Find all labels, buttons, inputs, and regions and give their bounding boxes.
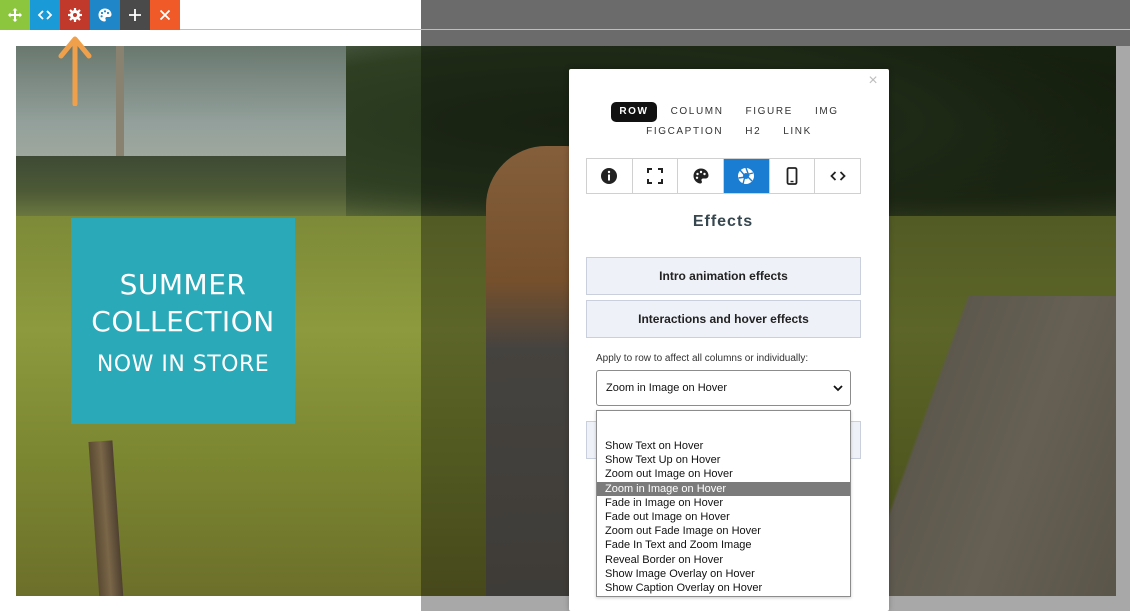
select-value: Zoom in Image on Hover [606, 382, 728, 394]
tab-style[interactable] [678, 159, 725, 193]
style-button[interactable] [90, 0, 120, 30]
intro-animation-accordion[interactable]: Intro animation effects [586, 257, 861, 295]
tab-spacing[interactable] [632, 159, 679, 193]
option-item-selected[interactable]: Zoom in Image on Hover [597, 481, 850, 496]
mobile-icon [786, 167, 798, 185]
info-icon [601, 168, 618, 184]
promo-subheading: NOW IN STORE [96, 351, 270, 377]
expand-icon [647, 168, 663, 184]
page: SUMMER COLLECTION NOW IN STORE × ROW COL… [0, 0, 1130, 611]
option-item[interactable]: Zoom out Image on Hover [597, 467, 850, 481]
option-item[interactable]: Fade in Image on Hover [597, 496, 850, 510]
palette-icon [693, 168, 709, 184]
apply-hint: Apply to row to affect all columns or in… [596, 353, 809, 364]
tag-figure[interactable]: FIGURE [738, 102, 801, 122]
settings-button[interactable] [60, 0, 90, 30]
code-icon [829, 171, 846, 181]
tag-column[interactable]: COLUMN [663, 102, 732, 122]
editor-toolbar [0, 0, 180, 30]
hover-effect-select[interactable]: Zoom in Image on Hover [596, 370, 851, 406]
tab-code[interactable] [815, 159, 861, 193]
option-item[interactable]: Show Image Overlay on Hover [597, 567, 850, 581]
tab-info[interactable] [587, 159, 633, 193]
gear-icon [68, 8, 82, 22]
option-item[interactable]: Show Text on Hover [597, 439, 850, 453]
option-item[interactable]: Show Text Up on Hover [597, 453, 850, 467]
code-icon [37, 10, 53, 20]
promo-heading: SUMMER COLLECTION [91, 267, 275, 338]
option-item[interactable]: Fade In Text and Zoom Image [597, 538, 850, 552]
tag-row[interactable]: ROW [611, 102, 657, 122]
move-icon [8, 8, 22, 22]
section-title: Effects [692, 213, 754, 230]
pointer-arrow-icon [58, 36, 92, 106]
option-item[interactable]: Fade out Image on Hover [597, 510, 850, 524]
tag-img[interactable]: IMG [807, 102, 847, 122]
element-tags-row2: FIGCAPTION H2 LINK [569, 122, 889, 142]
element-tags-row1: ROW COLUMN FIGURE IMG [569, 102, 889, 122]
tab-effects[interactable] [724, 159, 770, 193]
move-button[interactable] [0, 0, 30, 30]
remove-button[interactable] [150, 0, 180, 30]
palette-icon [98, 8, 112, 22]
close-icon [159, 9, 171, 21]
tag-h2[interactable]: H2 [737, 122, 769, 142]
chevron-down-icon [833, 385, 843, 392]
hover-effect-options: Show Text on Hover Show Text Up on Hover… [596, 410, 851, 597]
close-panel-button[interactable]: × [865, 73, 881, 89]
promo-card[interactable]: SUMMER COLLECTION NOW IN STORE [71, 218, 295, 424]
tab-responsive[interactable] [769, 159, 816, 193]
plus-icon [129, 9, 141, 21]
code-button[interactable] [30, 0, 60, 30]
option-item[interactable]: Show Caption Overlay on Hover [597, 581, 850, 595]
option-item[interactable]: Reveal Border on Hover [597, 553, 850, 567]
aperture-icon [738, 167, 755, 185]
settings-tabs [586, 158, 861, 194]
hover-effects-accordion[interactable]: Interactions and hover effects [586, 300, 861, 338]
tag-link[interactable]: LINK [775, 122, 820, 142]
tag-figcaption[interactable]: FIGCAPTION [638, 122, 731, 142]
option-item[interactable]: Zoom out Fade Image on Hover [597, 524, 850, 538]
add-button[interactable] [120, 0, 150, 30]
